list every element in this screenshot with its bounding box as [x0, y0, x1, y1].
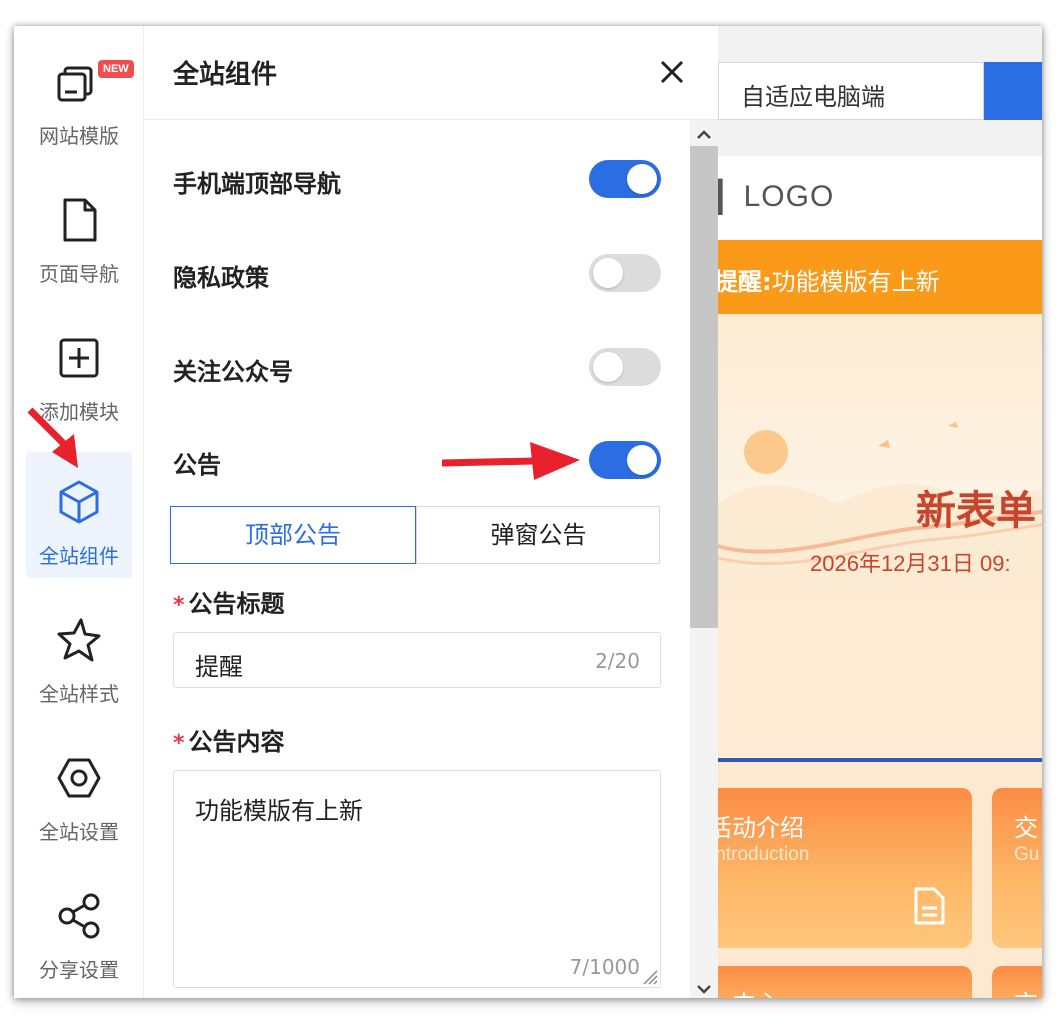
card-subtitle: Introduction [718, 844, 810, 865]
required-mark: * [173, 593, 185, 618]
sidebar-item-label: 网站模版 [39, 124, 119, 148]
preview-card[interactable]: 交 [992, 966, 1042, 998]
toggle-label: 手机端顶部导航 [173, 170, 341, 198]
announcement-title-input[interactable]: 提醒 2/20 [173, 632, 661, 688]
required-mark: * [173, 731, 185, 756]
preview-card[interactable]: 中心 [718, 966, 972, 998]
char-count: 2/20 [595, 649, 640, 673]
field-label-text: 公告内容 [188, 728, 285, 756]
preview-notice-bar: 提醒:功能模版有上新 [718, 240, 1042, 314]
switch-knob [627, 445, 657, 475]
card-subtitle: Gu [1014, 844, 1040, 865]
char-count: 7/1000 [569, 955, 640, 979]
share-icon [58, 893, 100, 939]
document-icon [914, 887, 945, 925]
toggle-label: 公告 [173, 451, 221, 479]
tab-top-announcement[interactable]: 顶部公告 [170, 506, 416, 564]
toggle-label: 关注公众号 [173, 358, 293, 386]
announcement-content-textarea[interactable]: 功能模版有上新 7/1000 [173, 770, 661, 988]
switch-knob [593, 258, 623, 288]
toggle-label: 隐私政策 [173, 264, 269, 292]
sidebar-item-page-nav[interactable]: 页面导航 [26, 170, 132, 296]
sidebar-item-label: 全站样式 [39, 682, 119, 706]
announcement-switch[interactable] [589, 441, 661, 479]
panel-scrollbar[interactable] [690, 120, 718, 998]
toggle-row-follow-official-account: 关注公众号 [173, 348, 661, 388]
banner-title: 新表单 [916, 488, 1036, 534]
logo-text: LOGO [743, 180, 835, 213]
notice-text: 提醒:功能模版有上新 [718, 262, 940, 297]
panel-header: 全站组件 [144, 26, 718, 120]
announcement-title-label: * 公告标题 [173, 584, 285, 619]
star-icon [57, 618, 101, 662]
tab-popup-announcement[interactable]: 弹窗公告 [416, 507, 660, 563]
textarea-value: 功能模版有上新 [195, 797, 363, 825]
annotation-arrow-icon [441, 442, 580, 480]
announcement-type-tabs: 顶部公告 弹窗公告 [170, 506, 660, 564]
notice-content: 功能模版有上新 [771, 268, 940, 296]
scrollbar-thumb[interactable] [690, 146, 718, 628]
switch-knob [627, 164, 657, 194]
switch-knob [593, 352, 623, 382]
template-icon [57, 66, 93, 102]
toggle-row-privacy-policy: 隐私政策 [173, 254, 661, 294]
app-window: NEW 网站模版 页面导航 添加模块 全站组件 全站样式 全站设置 分享设置 全… [14, 26, 1042, 998]
sidebar-item-share-settings[interactable]: 分享设置 [26, 866, 132, 992]
close-icon[interactable] [654, 54, 690, 90]
icon-sidebar: NEW 网站模版 页面导航 添加模块 全站组件 全站样式 全站设置 分享设置 [14, 26, 144, 998]
cube-icon [59, 480, 99, 524]
card-title: 交 [1014, 984, 1038, 998]
sidebar-item-site-style[interactable]: 全站样式 [26, 590, 132, 716]
scroll-up-icon[interactable] [690, 126, 718, 142]
preview-card-grid: 活动介绍 Introduction 交 Gu 中心 交 [718, 762, 1042, 998]
device-select-value: 自适应电脑端 [741, 83, 885, 111]
resize-grip-icon[interactable] [640, 967, 658, 985]
site-preview: 自适应电脑端 ▌ LOGO 提醒:功能模版有上新 新表单 2026年12月31日… [718, 26, 1042, 998]
toggle-row-mobile-top-nav: 手机端顶部导航 [173, 160, 661, 200]
field-label-text: 公告标题 [188, 590, 285, 618]
sidebar-item-label: 页面导航 [39, 262, 119, 286]
follow-account-switch[interactable] [589, 348, 661, 386]
mobile-top-nav-switch[interactable] [589, 160, 661, 198]
card-title: 中心 [732, 984, 780, 998]
card-title: 交 [1014, 814, 1038, 842]
sidebar-item-label: 全站组件 [39, 544, 119, 568]
notice-label: 提醒: [718, 268, 772, 296]
privacy-policy-switch[interactable] [589, 254, 661, 292]
panel-title: 全站组件 [173, 60, 278, 90]
annotation-arrow-icon [27, 407, 78, 468]
input-value: 提醒 [195, 653, 243, 681]
sidebar-item-site-settings[interactable]: 全站设置 [26, 728, 132, 854]
device-select[interactable]: 自适应电脑端 [718, 62, 984, 120]
preview-card[interactable]: 交 Gu [992, 788, 1042, 948]
page-icon [63, 198, 97, 242]
banner-decoration [718, 422, 1042, 760]
preview-action-button[interactable] [984, 62, 1042, 120]
preview-site-page: ▌ LOGO 提醒:功能模版有上新 新表单 2026年12月31日 09: 活动… [718, 156, 1042, 998]
announcement-content-label: * 公告内容 [173, 722, 285, 757]
scroll-down-icon[interactable] [690, 982, 718, 998]
site-logo: ▌ LOGO [718, 180, 835, 213]
new-badge: NEW [98, 60, 134, 78]
sidebar-item-label: 分享设置 [39, 958, 119, 982]
preview-banner: 新表单 2026年12月31日 09: [718, 314, 1042, 760]
banner-date: 2026年12月31日 09: [810, 551, 1011, 576]
preview-card[interactable]: 活动介绍 Introduction [718, 788, 972, 948]
sidebar-item-label: 全站设置 [39, 820, 119, 844]
hex-nut-icon [57, 758, 101, 798]
sidebar-item-templates[interactable]: NEW 网站模版 [26, 32, 134, 158]
add-box-icon [59, 338, 99, 378]
site-components-panel: 全站组件 手机端顶部导航 隐私政策 关注公众号 公告 顶部公告 弹窗公告 * 公… [144, 26, 718, 998]
card-title: 活动介绍 [718, 814, 804, 842]
toggle-row-announcement: 公告 [173, 441, 661, 481]
